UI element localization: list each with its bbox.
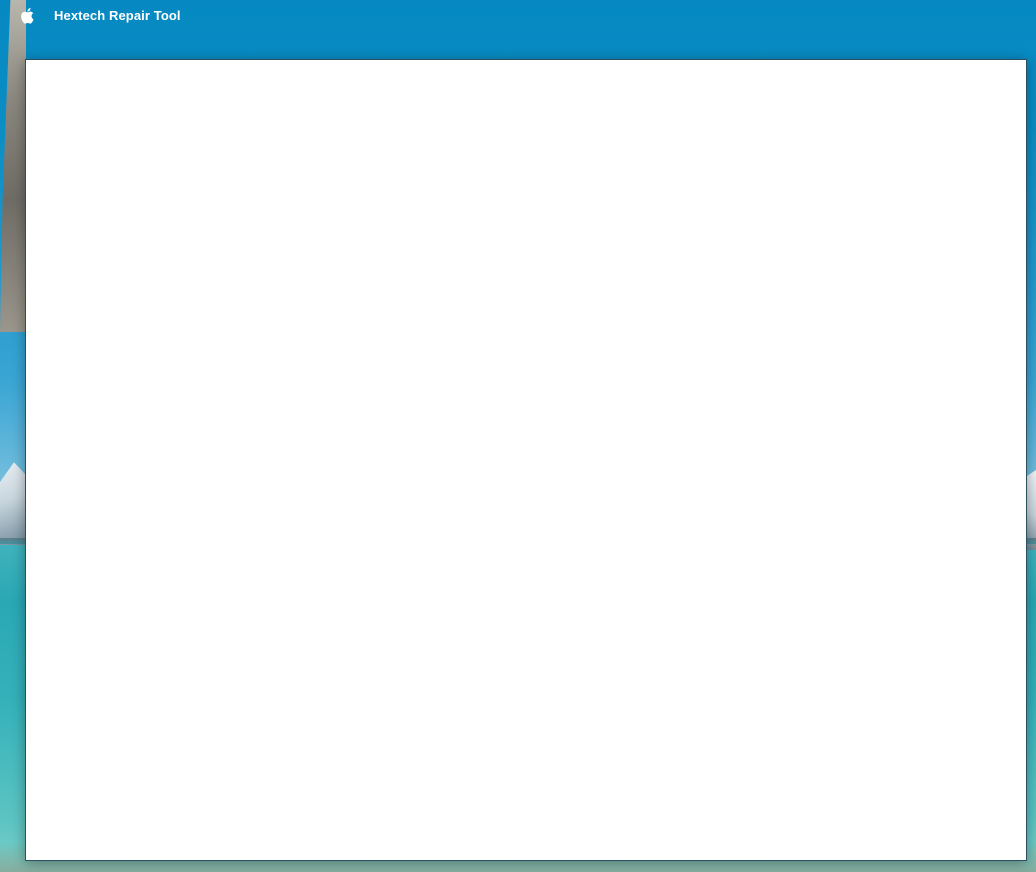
apple-logo-icon[interactable] — [19, 6, 35, 24]
desktop-wallpaper: Hextech Repair Tool — [0, 0, 1036, 872]
app-menu-title[interactable]: Hextech Repair Tool — [54, 8, 181, 23]
app-window[interactable] — [25, 59, 1027, 861]
menu-bar: Hextech Repair Tool — [0, 0, 1036, 30]
wallpaper-rock — [0, 0, 26, 332]
